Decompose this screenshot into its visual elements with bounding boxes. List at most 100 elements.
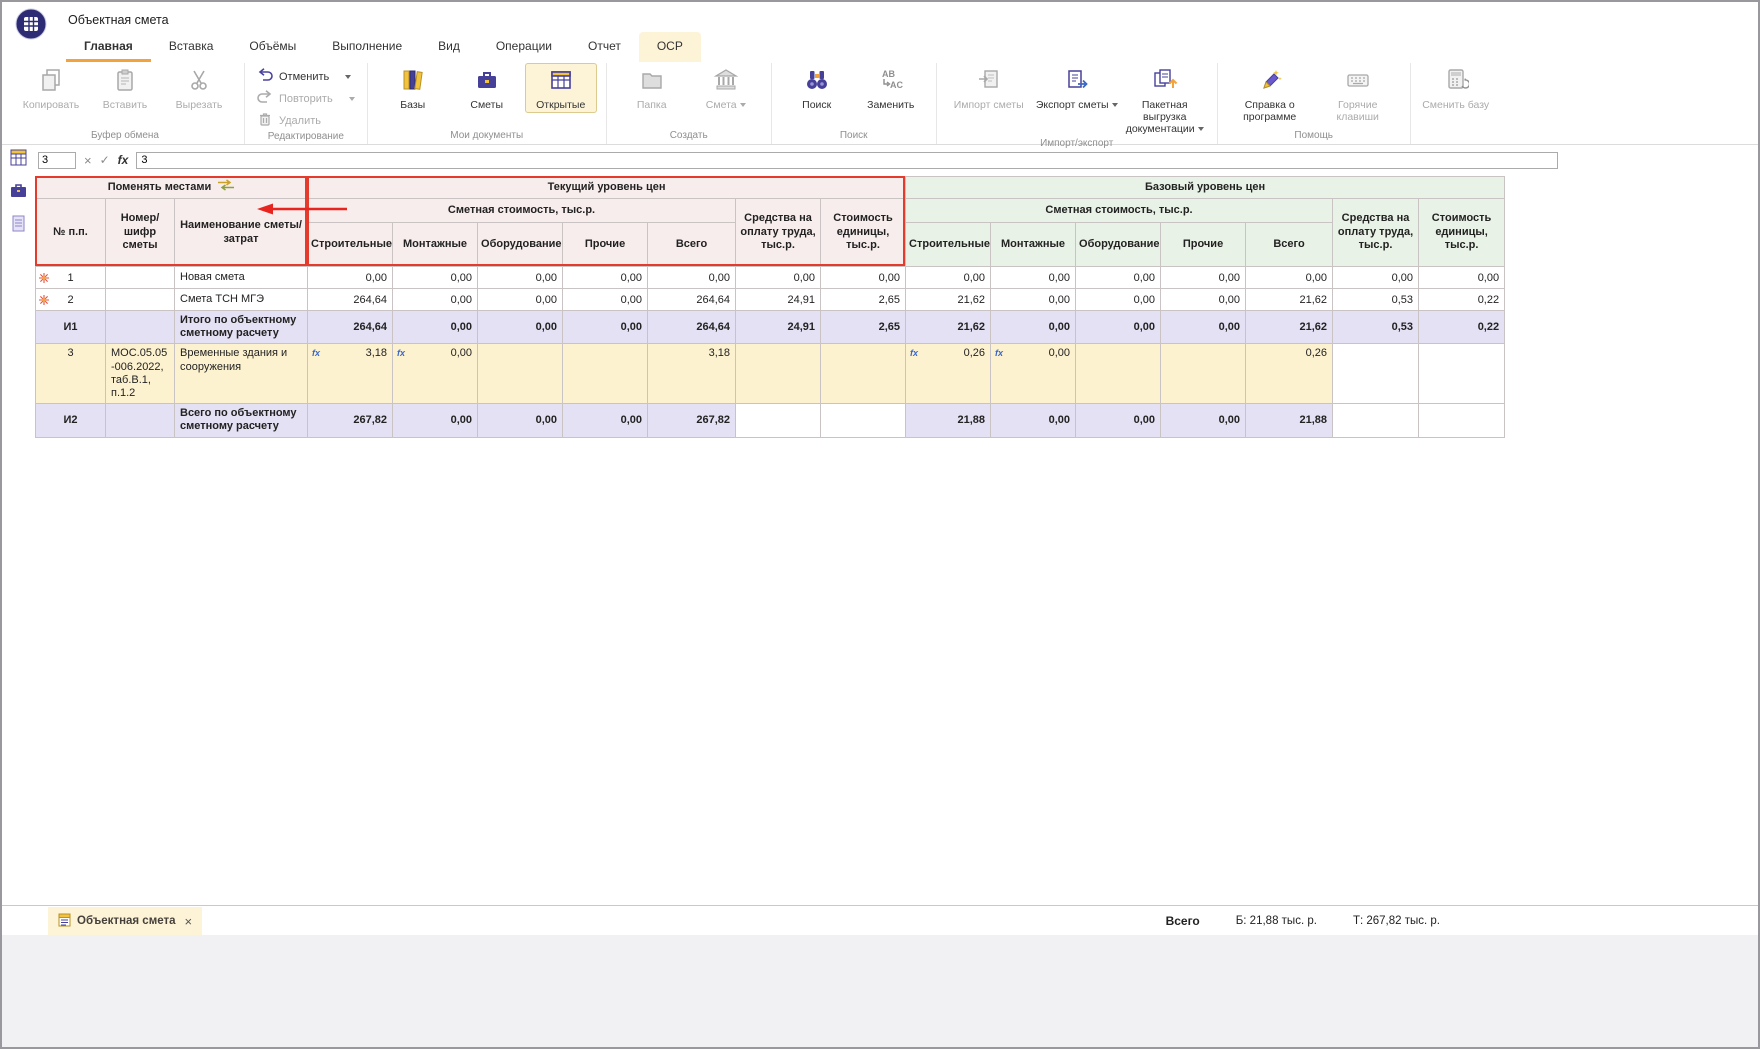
cell-estimate-name[interactable]: Итого по объектному сметному расчету: [175, 311, 308, 344]
delete-button[interactable]: Удалить: [254, 111, 358, 130]
cell-value[interactable]: 264,64: [308, 311, 393, 344]
cell-value[interactable]: 0,53: [1333, 311, 1419, 344]
cell-value[interactable]: [1419, 344, 1505, 404]
create-estimate-button[interactable]: Смета: [690, 63, 762, 113]
cell-value[interactable]: 0,00: [991, 289, 1076, 311]
bases-button[interactable]: Базы: [377, 63, 449, 113]
tab-vypolnenie[interactable]: Выполнение: [314, 32, 420, 62]
cell-value[interactable]: 267,82: [648, 404, 736, 437]
cell-value[interactable]: 0,00: [1246, 267, 1333, 289]
tab-osr[interactable]: ОСР: [639, 32, 701, 62]
cell-value[interactable]: 0,00: [1161, 267, 1246, 289]
cell-estimate-code[interactable]: МОС.05.05-006.2022, таб.В.1, п.1.2: [106, 344, 175, 404]
batch-upload-button[interactable]: Пакетная выгрузка документации: [1122, 63, 1208, 137]
tab-obyomy[interactable]: Объёмы: [231, 32, 314, 62]
cell-value[interactable]: fx0,26: [906, 344, 991, 404]
cell-estimate-name[interactable]: Временные здания и сооружения: [175, 344, 308, 404]
replace-button[interactable]: ABAC Заменить: [855, 63, 927, 113]
cell-value[interactable]: 264,64: [648, 289, 736, 311]
cell-value[interactable]: 2,65: [821, 289, 906, 311]
hotkeys-button[interactable]: Горячие клавиши: [1315, 63, 1401, 125]
cell-value[interactable]: 21,62: [906, 289, 991, 311]
cell-value[interactable]: 0,22: [1419, 289, 1505, 311]
cell-reference-input[interactable]: [38, 152, 76, 169]
cell-value[interactable]: 0,00: [821, 267, 906, 289]
cell-value[interactable]: 21,62: [906, 311, 991, 344]
cell-value[interactable]: 0,00: [563, 289, 648, 311]
cell-row-number[interactable]: 1: [36, 267, 106, 289]
cell-value[interactable]: 0,00: [1076, 311, 1161, 344]
cell-value[interactable]: 0,00: [906, 267, 991, 289]
cell-value[interactable]: [563, 344, 648, 404]
change-base-button[interactable]: Сменить базу: [1420, 63, 1492, 113]
cell-value[interactable]: 21,88: [906, 404, 991, 437]
cell-value[interactable]: [736, 344, 821, 404]
cell-value[interactable]: 0,26: [1246, 344, 1333, 404]
cell-value[interactable]: 0,00: [478, 267, 563, 289]
cell-estimate-code[interactable]: [106, 289, 175, 311]
create-folder-button[interactable]: Папка: [616, 63, 688, 113]
cell-value[interactable]: 267,82: [308, 404, 393, 437]
cell-value[interactable]: 24,91: [736, 289, 821, 311]
cell-value[interactable]: [736, 404, 821, 437]
cell-estimate-name[interactable]: Всего по объектному сметному расчету: [175, 404, 308, 437]
cell-value[interactable]: [1161, 344, 1246, 404]
search-button[interactable]: Поиск: [781, 63, 853, 113]
document-close-icon[interactable]: ×: [185, 914, 193, 929]
cell-value[interactable]: 21,88: [1246, 404, 1333, 437]
cut-button[interactable]: Вырезать: [163, 63, 235, 113]
formula-confirm-button[interactable]: ✓: [100, 154, 110, 166]
redo-dropdown-icon[interactable]: [349, 97, 355, 101]
cell-value[interactable]: fx3,18: [308, 344, 393, 404]
rail-open-table-icon[interactable]: [10, 149, 27, 171]
cell-value[interactable]: 0,00: [563, 404, 648, 437]
cell-value[interactable]: [1076, 344, 1161, 404]
cell-value[interactable]: 0,00: [1161, 311, 1246, 344]
cell-row-number[interactable]: 2: [36, 289, 106, 311]
export-estimate-button[interactable]: Экспорт сметы: [1034, 63, 1120, 113]
cell-estimate-name[interactable]: Смета ТСН МГЭ: [175, 289, 308, 311]
batch-dropdown-icon[interactable]: [1198, 127, 1204, 131]
cell-value[interactable]: 0,00: [1076, 404, 1161, 437]
cell-estimate-code[interactable]: [106, 267, 175, 289]
undo-dropdown-icon[interactable]: [345, 75, 351, 79]
formula-cancel-button[interactable]: ×: [84, 154, 92, 167]
cell-value[interactable]: 0,53: [1333, 289, 1419, 311]
cell-value[interactable]: 21,62: [1246, 289, 1333, 311]
cell-estimate-code[interactable]: [106, 311, 175, 344]
cell-value[interactable]: fx0,00: [991, 344, 1076, 404]
cell-value[interactable]: 0,00: [563, 267, 648, 289]
cell-value[interactable]: 0,00: [1076, 289, 1161, 311]
import-estimate-button[interactable]: Импорт сметы: [946, 63, 1032, 113]
tab-vid[interactable]: Вид: [420, 32, 478, 62]
cell-value[interactable]: 24,91: [736, 311, 821, 344]
about-help-button[interactable]: Справка о программе: [1227, 63, 1313, 125]
cell-value[interactable]: 21,62: [1246, 311, 1333, 344]
rail-document-icon[interactable]: [10, 215, 27, 237]
cell-value[interactable]: 0,00: [393, 311, 478, 344]
cell-value[interactable]: [821, 404, 906, 437]
cell-estimate-name[interactable]: Новая смета: [175, 267, 308, 289]
estimates-button[interactable]: Сметы: [451, 63, 523, 113]
cell-value[interactable]: 0,00: [1161, 289, 1246, 311]
cell-value[interactable]: [1419, 404, 1505, 437]
cell-value[interactable]: 0,00: [478, 404, 563, 437]
create-estimate-dropdown-icon[interactable]: [740, 103, 746, 107]
cell-value[interactable]: 0,22: [1419, 311, 1505, 344]
open-documents-button[interactable]: Открытые: [525, 63, 597, 113]
cell-value[interactable]: 0,00: [478, 289, 563, 311]
cell-value[interactable]: 264,64: [308, 289, 393, 311]
cell-value[interactable]: 0,00: [736, 267, 821, 289]
cell-value[interactable]: 3,18: [648, 344, 736, 404]
cell-value[interactable]: 0,00: [308, 267, 393, 289]
cell-value[interactable]: [1333, 344, 1419, 404]
export-dropdown-icon[interactable]: [1112, 103, 1118, 107]
rail-estimates-icon[interactable]: [10, 182, 27, 204]
tab-glavnaya[interactable]: Главная: [66, 32, 151, 62]
cell-estimate-code[interactable]: [106, 404, 175, 437]
undo-button[interactable]: Отменить: [254, 67, 358, 86]
cell-value[interactable]: 0,00: [648, 267, 736, 289]
tab-otchet[interactable]: Отчет: [570, 32, 639, 62]
cell-value[interactable]: 0,00: [563, 311, 648, 344]
tab-vstavka[interactable]: Вставка: [151, 32, 232, 62]
